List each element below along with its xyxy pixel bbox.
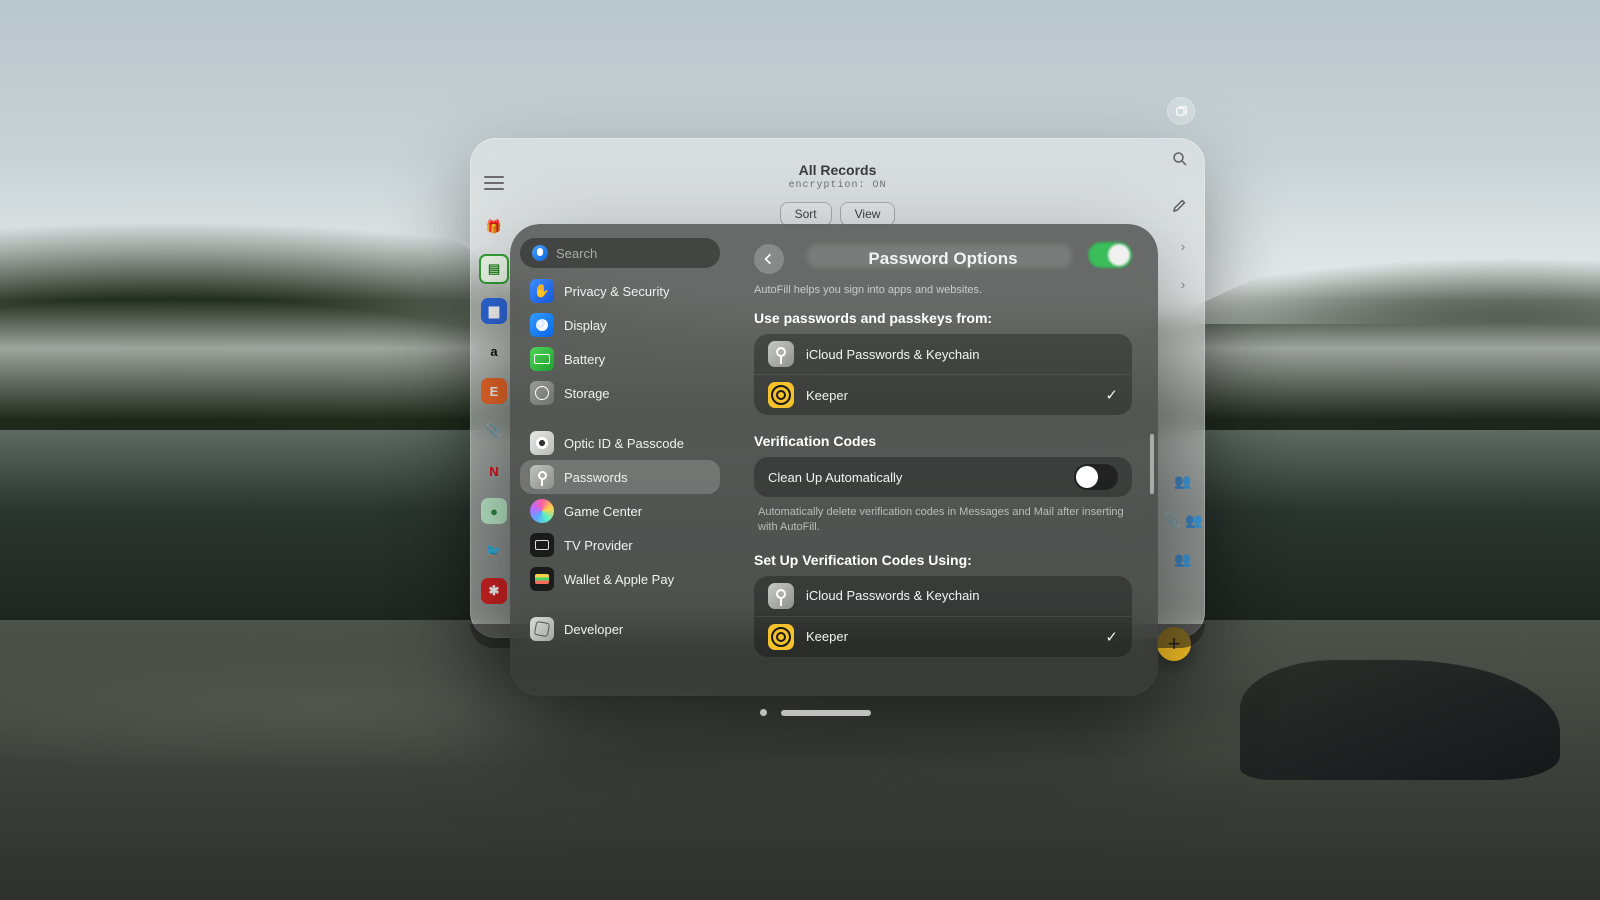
autofill-toggle[interactable] [1088, 242, 1132, 268]
section-setup-vc: iCloud Passwords & Keychain Keeper ✓ [754, 576, 1132, 657]
checkmark-icon: ✓ [1105, 628, 1118, 646]
cleanup-row[interactable]: Clean Up Automatically [754, 457, 1132, 497]
chevron-right-icon[interactable]: › [1181, 238, 1186, 254]
cleanup-label: Clean Up Automatically [768, 470, 902, 485]
view-button[interactable]: View [840, 202, 896, 226]
chevron-right-icon[interactable]: › [1181, 276, 1186, 292]
search-placeholder: Search [556, 246, 597, 261]
sun-icon [530, 313, 554, 337]
yelp-icon[interactable]: ✱ [481, 578, 507, 604]
sidebar-item-wallet[interactable]: Wallet & Apple Pay [520, 562, 720, 596]
battery-icon [530, 347, 554, 371]
sidebar-item-label: Developer [564, 622, 623, 637]
sidebar-item-optic[interactable]: Optic ID & Passcode [520, 426, 720, 460]
sidebar-item-battery[interactable]: Battery [520, 342, 720, 376]
hand-raised-icon: ✋ [530, 279, 554, 303]
home-indicator[interactable] [760, 709, 871, 716]
microphone-icon [532, 245, 548, 261]
provider-row-icloud[interactable]: iCloud Passwords & Keychain [754, 334, 1132, 374]
sidebar-item-label: Passwords [564, 470, 628, 485]
settings-detail: Password Options AutoFill helps you sign… [728, 224, 1158, 696]
window-control-icon[interactable] [1167, 97, 1195, 125]
people-icon: 👥 [1174, 551, 1191, 568]
section-vc-note: Automatically delete verification codes … [758, 505, 1128, 536]
keeper-icon [768, 382, 794, 408]
key-icon [530, 465, 554, 489]
search-icon[interactable] [1171, 150, 1189, 168]
key-icon [768, 341, 794, 367]
settings-panel: Search ✋ Privacy & Security Display Battery… [510, 224, 1158, 696]
section-setup-vc-title: Set Up Verification Codes Using: [754, 552, 1132, 568]
search-input[interactable]: Search [520, 238, 720, 268]
section-vc: Clean Up Automatically [754, 457, 1132, 497]
autofill-hint: AutoFill helps you sign into apps and we… [754, 284, 1132, 296]
detail-title: Password Options [754, 249, 1132, 269]
people-icon: 👥 [1174, 473, 1191, 490]
provider-row-keeper[interactable]: Keeper ✓ [754, 374, 1132, 415]
sidebar-item-storage[interactable]: Storage [520, 376, 720, 410]
keeper-icon [768, 624, 794, 650]
section-vc-title: Verification Codes [754, 433, 1132, 449]
sidebar-item-gamecenter[interactable]: Game Center [520, 494, 720, 528]
page-dot [760, 709, 767, 716]
sidebar-item-privacy[interactable]: ✋ Privacy & Security [520, 274, 720, 308]
sort-button[interactable]: Sort [780, 202, 832, 226]
settings-sidebar: Search ✋ Privacy & Security Display Battery… [510, 224, 728, 696]
blue-folder-icon[interactable]: ▆ [481, 298, 507, 324]
green-circle-icon[interactable]: ● [481, 498, 507, 524]
provider-label: Keeper [806, 629, 848, 644]
sidebar-item-display[interactable]: Display [520, 308, 720, 342]
sidebar-item-label: Privacy & Security [564, 284, 669, 299]
provider-row-icloud2[interactable]: iCloud Passwords & Keychain [754, 576, 1132, 616]
attachment-icon[interactable]: 📎 [481, 418, 507, 444]
gamecenter-icon [530, 499, 554, 523]
hammer-icon [530, 617, 554, 641]
twitter-icon[interactable]: 🐦 [481, 538, 507, 564]
sidebar-item-label: Wallet & Apple Pay [564, 572, 674, 587]
records-subtitle: encryption: ON [470, 180, 1205, 191]
green-card-icon[interactable]: ▤ [479, 254, 509, 284]
provider-label: iCloud Passwords & Keychain [806, 347, 979, 362]
disk-icon [530, 381, 554, 405]
provider-label: iCloud Passwords & Keychain [806, 588, 979, 603]
section-use-from-title: Use passwords and passkeys from: [754, 310, 1132, 326]
netflix-icon[interactable]: N [481, 458, 507, 484]
sidebar-item-label: Battery [564, 352, 605, 367]
sidebar-item-tv[interactable]: TV Provider [520, 528, 720, 562]
sidebar-item-label: Display [564, 318, 607, 333]
amazon-icon[interactable]: a [481, 338, 507, 364]
checkmark-icon: ✓ [1105, 386, 1118, 404]
sidebar-item-label: Optic ID & Passcode [564, 436, 684, 451]
etsy-icon[interactable]: E [481, 378, 507, 404]
records-toolbar: Sort View [470, 202, 1205, 226]
key-icon [768, 583, 794, 609]
cleanup-toggle[interactable] [1074, 464, 1118, 490]
grab-bar[interactable] [781, 710, 871, 716]
attachment-icon: 📎 👥 [1164, 512, 1203, 529]
tv-icon [530, 533, 554, 557]
sidebar-item-label: Storage [564, 386, 610, 401]
sidebar-item-label: Game Center [564, 504, 642, 519]
section-use-from: iCloud Passwords & Keychain Keeper ✓ [754, 334, 1132, 415]
records-title: All Records [470, 162, 1205, 178]
sidebar-item-developer[interactable]: Developer [520, 612, 720, 646]
scroll-indicator[interactable] [1150, 434, 1154, 494]
records-right-gutter: › › 👥 📎 👥 👥 [1171, 238, 1195, 568]
provider-label: Keeper [806, 388, 848, 403]
sidebar-item-passwords[interactable]: Passwords [520, 460, 720, 494]
provider-row-keeper2[interactable]: Keeper ✓ [754, 616, 1132, 657]
wallet-icon [530, 567, 554, 591]
eye-id-icon [530, 431, 554, 455]
sidebar-item-label: TV Provider [564, 538, 633, 553]
gift-icon[interactable]: 🎁 [481, 214, 507, 240]
records-rail: 🎁 ▤ ▆ aE 📎 N ● 🐦 ✱ [480, 214, 508, 622]
